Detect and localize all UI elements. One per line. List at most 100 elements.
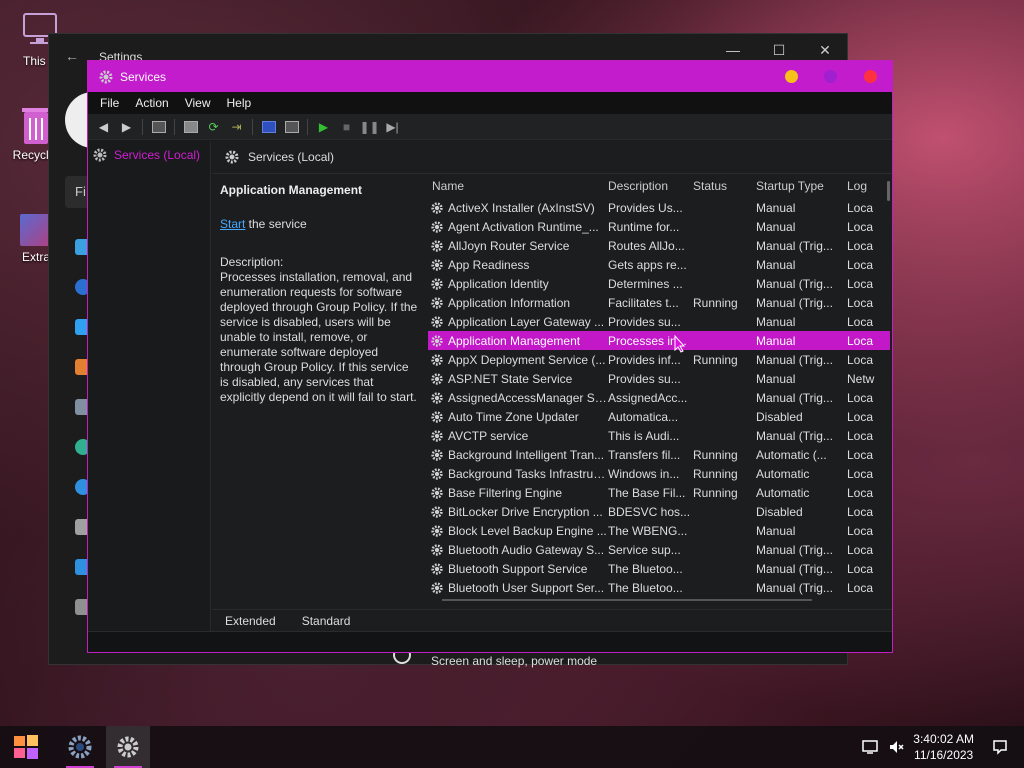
menu-view[interactable]: View (177, 96, 219, 110)
network-tray-icon[interactable] (862, 739, 878, 755)
service-name-cell: Application Management (428, 334, 608, 348)
table-row[interactable]: AssignedAccessManager Se... AssignedAcc..… (428, 388, 890, 407)
services-list: Name Description Status Startup Type Log… (428, 174, 890, 598)
taskbar-services[interactable] (106, 726, 150, 768)
service-description-cell: Facilitates t... (608, 295, 679, 310)
service-description-cell: BDESVC hos... (608, 504, 691, 519)
back-arrow-icon[interactable]: ← (65, 48, 79, 64)
tree-item-services-local[interactable]: Services (Local) (88, 141, 210, 169)
service-gear-icon (430, 505, 444, 519)
service-log-on-cell: Loca (847, 333, 874, 348)
column-header-description[interactable]: Description (608, 179, 693, 193)
close-button[interactable] (864, 70, 877, 83)
services-gear-icon (92, 147, 108, 163)
table-row[interactable]: AppX Deployment Service (... Provides inf… (428, 350, 890, 369)
service-gear-icon (430, 353, 444, 367)
pause-service-icon[interactable]: ❚❚ (359, 118, 379, 136)
settings-footer-text: Screen and sleep, power mode (431, 654, 598, 668)
status-bar (88, 631, 892, 652)
service-description-cell: This is Audi... (608, 428, 680, 443)
menu-file[interactable]: File (92, 96, 127, 110)
minimize-button[interactable] (785, 70, 798, 83)
stop-service-icon[interactable]: ■ (337, 118, 357, 136)
column-header-log-on-as[interactable]: Log (847, 179, 890, 193)
start-button[interactable] (4, 726, 48, 768)
table-row[interactable]: App Readiness Gets apps re... Manual Loca (428, 255, 890, 274)
service-startup-type-cell: Manual (756, 333, 796, 348)
menu-bar: File Action View Help (88, 92, 892, 114)
minimize-icon[interactable]: — (723, 42, 743, 58)
table-row[interactable]: Bluetooth Audio Gateway S... Service sup.… (428, 540, 890, 559)
menu-action[interactable]: Action (127, 96, 176, 110)
table-row[interactable]: Bluetooth User Support Ser... The Bluetoo… (428, 578, 890, 597)
maximize-icon[interactable]: ☐ (769, 42, 789, 59)
maximize-button[interactable] (824, 70, 837, 83)
service-name-cell: Base Filtering Engine (428, 486, 608, 500)
service-name: AssignedAccessManager Se... (448, 390, 608, 405)
export-list-icon[interactable]: ⇥ (227, 118, 247, 136)
show-hide-console-tree-icon[interactable] (149, 118, 169, 136)
list-rows: ActiveX Installer (AxInstSV) Provides Us.… (428, 198, 890, 597)
service-startup-type-cell: Disabled (756, 409, 803, 424)
service-log-on-cell: Loca (847, 257, 874, 272)
table-row[interactable]: Auto Time Zone Updater Automatica... Disab… (428, 407, 890, 426)
toolbar-separator (252, 118, 253, 135)
horizontal-scrollbar[interactable] (442, 599, 812, 601)
column-header-name[interactable]: Name (428, 179, 608, 193)
service-description-cell: The Bluetoo... (608, 580, 683, 595)
table-row[interactable]: BitLocker Drive Encryption ... BDESVC hos… (428, 502, 890, 521)
service-gear-icon (430, 201, 444, 215)
help-icon[interactable] (259, 118, 279, 136)
table-row[interactable]: ActiveX Installer (AxInstSV) Provides Us.… (428, 198, 890, 217)
service-name-cell: Background Tasks Infrastruc... (428, 467, 608, 481)
table-row[interactable]: Application Layer Gateway ... Provides su… (428, 312, 890, 331)
services-title-bar[interactable]: Services (88, 61, 892, 92)
table-row[interactable]: Application Identity Determines ... Manual… (428, 274, 890, 293)
system-clock[interactable]: 3:40:02 AM 11/16/2023 (913, 731, 974, 763)
vertical-scrollbar[interactable] (887, 181, 890, 201)
table-row[interactable]: Background Tasks Infrastruc... Windows in… (428, 464, 890, 483)
services-window-title: Services (120, 69, 167, 84)
service-name: Agent Activation Runtime_... (448, 219, 599, 234)
tab-extended[interactable]: Extended (212, 614, 289, 628)
back-arrow-icon[interactable]: ◀ (94, 118, 114, 136)
tab-standard[interactable]: Standard (289, 614, 364, 628)
taskbar-settings[interactable] (58, 726, 102, 768)
table-row[interactable]: Background Intelligent Tran... Transfers … (428, 445, 890, 464)
service-log-on-cell: Netw (847, 371, 875, 386)
start-service-link[interactable]: Start (220, 217, 245, 231)
table-row[interactable]: Base Filtering Engine The Base Fil... Runn… (428, 483, 890, 502)
restart-service-icon[interactable]: ▶| (383, 118, 403, 136)
service-gear-icon (430, 448, 444, 462)
table-row[interactable]: Bluetooth Support Service The Bluetoo... M… (428, 559, 890, 578)
start-service-icon[interactable]: ▶ (314, 118, 334, 136)
column-header-status[interactable]: Status (693, 179, 756, 193)
table-row[interactable]: Application Information Facilitates t... R… (428, 293, 890, 312)
volume-muted-icon[interactable] (888, 739, 904, 755)
service-description-cell: Provides inf... (608, 352, 681, 367)
table-row[interactable]: Application Management Processes in... Man… (428, 331, 890, 350)
table-row[interactable]: Agent Activation Runtime_... Runtime for.… (428, 217, 890, 236)
service-gear-icon (430, 429, 444, 443)
refresh-icon[interactable]: ⟳ (204, 118, 224, 136)
service-gear-icon (430, 220, 444, 234)
service-name: Block Level Backup Engine ... (448, 523, 607, 538)
show-action-pane-icon[interactable] (282, 118, 302, 136)
column-header-startup-type[interactable]: Startup Type (756, 179, 847, 193)
notifications-icon[interactable] (992, 739, 1008, 755)
table-row[interactable]: ASP.NET State Service Provides su... Manua… (428, 369, 890, 388)
service-gear-icon (430, 543, 444, 557)
properties-icon[interactable] (181, 118, 201, 136)
service-log-on-cell: Loca (847, 295, 874, 310)
table-row[interactable]: AVCTP service This is Audi... Manual (Trig… (428, 426, 890, 445)
table-row[interactable]: AllJoyn Router Service Routes AllJo... Man… (428, 236, 890, 255)
service-description-cell: The Base Fil... (608, 485, 686, 500)
service-description-cell: Gets apps re... (608, 257, 687, 272)
menu-help[interactable]: Help (219, 96, 260, 110)
close-icon[interactable]: ✕ (815, 42, 835, 59)
forward-arrow-icon[interactable]: ▶ (117, 118, 137, 136)
table-row[interactable]: Block Level Backup Engine ... The WBENG..… (428, 521, 890, 540)
service-gear-icon (430, 239, 444, 253)
start-service-line: Start the service (220, 217, 420, 232)
service-name-cell: AVCTP service (428, 429, 608, 443)
